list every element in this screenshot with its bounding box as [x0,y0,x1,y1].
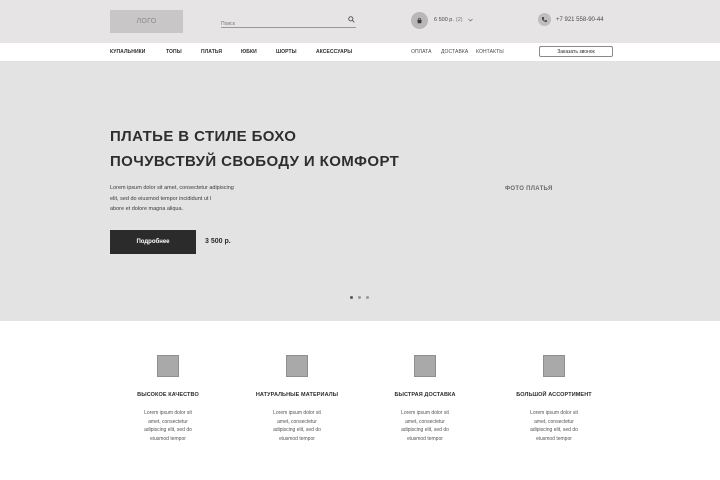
phone-icon [538,13,551,26]
feature-text: Lorem ipsum dolor sit amet, consectetur … [523,409,585,443]
dress-photo-placeholder: ФОТО ПЛАТЬЯ [505,186,553,192]
feature-text-line: eiusmod tempor [407,435,443,442]
top-header: ЛОГО 6 500 р.(2) +7 921 558-90-44 [0,0,720,43]
nav-item-shorts[interactable]: ШОРТЫ [276,49,297,55]
nav-item-tops[interactable]: ТОПЫ [166,49,182,55]
search-box [221,12,356,31]
handset-icon [541,17,548,22]
feature-text-line: amet, consectetur [405,418,445,425]
nav-link-payment[interactable]: ОПЛАТА [411,49,432,55]
materials-icon [286,355,308,377]
callback-button[interactable]: Заказать звонок [539,46,613,57]
feature-text-line: Lorem ipsum dolor sit [530,410,578,416]
feature-text-line: adipiscing elit, sed do [273,427,321,433]
feature-text: Lorem ipsum dolor sit amet, consectetur … [137,409,199,443]
feature-title: БОЛЬШОЙ АССОРТИМЕНТ [516,392,592,398]
feature-text: Lorem ipsum dolor sit amet, consectetur … [394,409,456,443]
hero-description: Lorem ipsum dolor sit amet, consectetur … [110,183,280,215]
cart-count: (2) [455,17,463,23]
feature-quality: ВЫСОКОЕ КАЧЕСТВО Lorem ipsum dolor sit a… [108,355,228,443]
hero-title: ПЛАТЬЕ В СТИЛЕ БОХО ПОЧУВСТВУЙ СВОБОДУ И… [110,124,399,174]
feature-text-line: amet, consectetur [277,418,317,425]
more-button[interactable]: Подробнее [110,230,196,254]
slider-dot-2[interactable] [358,296,361,299]
hero-title-line-1: ПЛАТЬЕ В СТИЛЕ БОХО [110,128,297,145]
feature-text-line: adipiscing elit, sed do [530,427,578,433]
cart-icon[interactable] [411,12,428,29]
hero-desc-line-1: Lorem ipsum dolor sit amet, consectetur … [110,185,234,191]
cart-summary[interactable]: 6 500 р. (2) [434,17,463,23]
quality-icon [157,355,179,377]
bag-icon [417,17,422,24]
feature-text: Lorem ipsum dolor sit amet, consectetur … [266,409,328,443]
hero-title-line-2: ПОЧУВСТВУЙ СВОБОДУ И КОМФОРТ [110,153,400,170]
feature-title: ВЫСОКОЕ КАЧЕСТВО [137,392,199,398]
main-nav: КУПАЛЬНИКИ ТОПЫ ПЛАТЬЯ ЮБКИ ШОРТЫ АКСЕСС… [0,43,720,62]
feature-text-line: eiusmod tempor [279,435,315,442]
feature-title: НАТУРАЛЬНЫЕ МАТЕРИАЛЫ [255,392,339,398]
chevron-down-icon[interactable] [468,18,473,22]
nav-item-skirts[interactable]: ЮБКИ [241,49,257,55]
nav-link-delivery[interactable]: ДОСТАВКА [441,49,468,55]
phone-number[interactable]: +7 921 558-90-44 [556,17,604,23]
feature-text-line: Lorem ipsum dolor sit [144,410,192,416]
feature-text-line: Lorem ipsum dolor sit [401,410,449,416]
feature-text-line: amet, consectetur [148,418,188,425]
feature-fast-delivery: БЫСТРАЯ ДОСТАВКА Lorem ipsum dolor sit a… [365,355,485,443]
feature-text-line: adipiscing elit, sed do [144,427,192,433]
hero-desc-line-2: elit, sed do eiusmod tempor incididunt u… [110,195,212,202]
nav-link-contacts[interactable]: КОНТАКТЫ [476,49,504,55]
nav-item-swimsuits[interactable]: КУПАЛЬНИКИ [110,49,146,55]
feature-natural-materials: НАТУРАЛЬНЫЕ МАТЕРИАЛЫ Lorem ipsum dolor … [237,355,357,443]
feature-large-assortment: БОЛЬШОЙ АССОРТИМЕНТ Lorem ipsum dolor si… [494,355,614,443]
feature-text-line: adipiscing elit, sed do [401,427,449,433]
logo-text: ЛОГО [136,18,157,25]
cart-sum: 6 500 р. [434,17,454,23]
slider-dot-3[interactable] [366,296,369,299]
feature-text-line: Lorem ipsum dolor sit [273,410,321,416]
feature-text-line: amet, consectetur [534,418,574,425]
hero-price: 3 500 р. [205,238,231,245]
feature-text-line: eiusmod tempor [536,435,572,442]
hero-banner: ПЛАТЬЕ В СТИЛЕ БОХО ПОЧУВСТВУЙ СВОБОДУ И… [0,62,720,321]
feature-title: БЫСТРАЯ ДОСТАВКА [394,392,456,398]
search-input[interactable] [221,17,331,31]
feature-text-line: eiusmod tempor [150,435,186,442]
slider-dots [350,296,369,299]
nav-item-accessories[interactable]: АКСЕССУАРЫ [316,49,352,55]
assortment-icon [543,355,565,377]
search-icon[interactable] [348,16,355,23]
hero-desc-line-3: abore et dolore magna aliqua. [110,206,184,212]
nav-item-dresses[interactable]: ПЛАТЬЯ [201,49,222,55]
logo[interactable]: ЛОГО [110,10,183,33]
delivery-icon [414,355,436,377]
slider-dot-1[interactable] [350,296,353,299]
